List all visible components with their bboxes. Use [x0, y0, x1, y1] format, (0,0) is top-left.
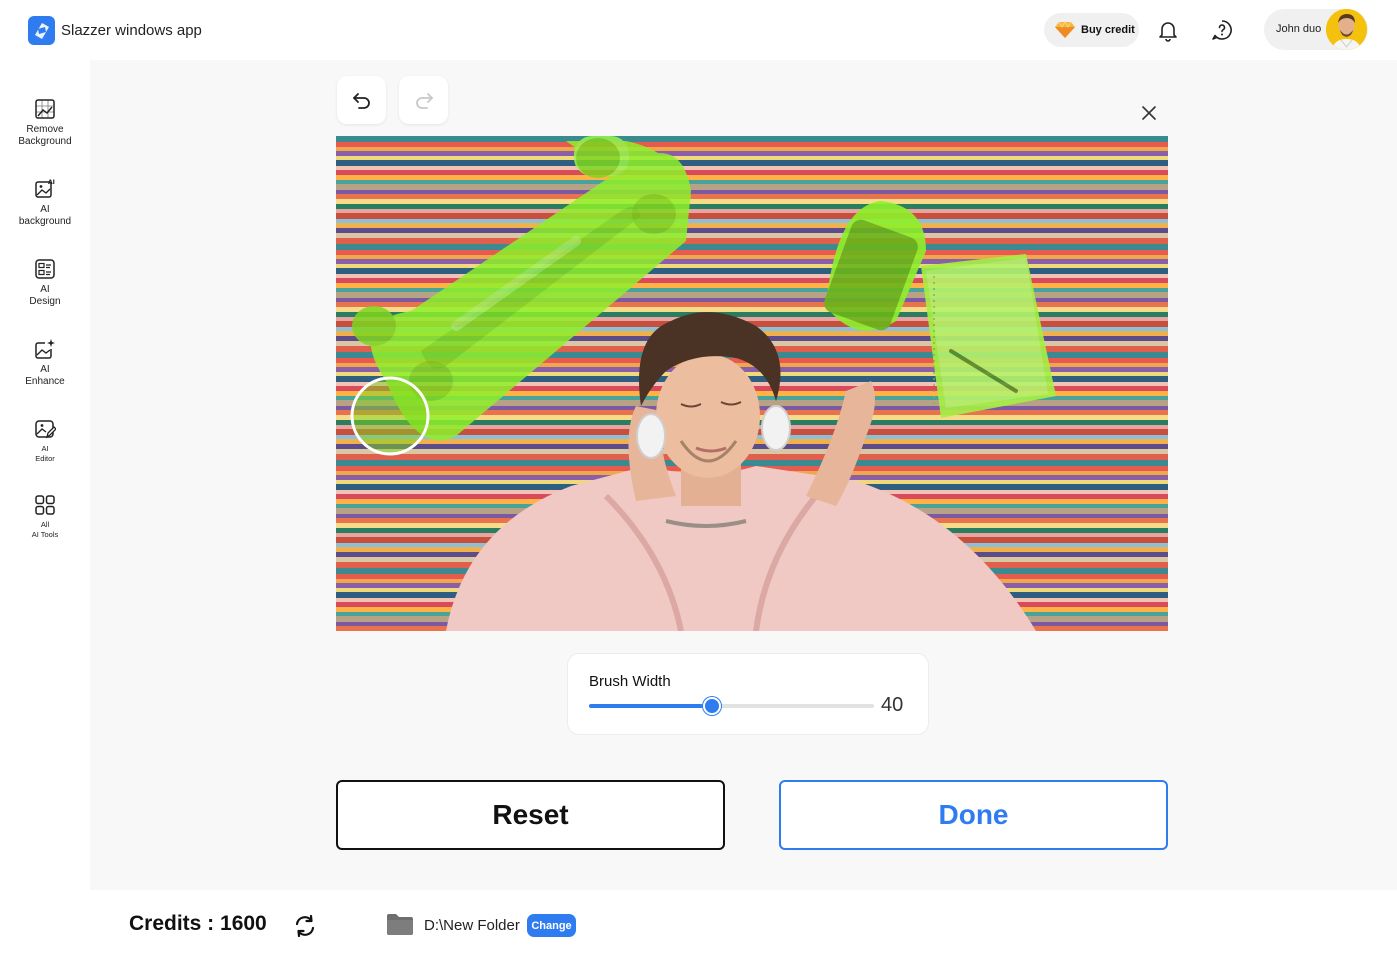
- diamond-icon: [1055, 21, 1075, 38]
- folder-icon: [387, 914, 413, 935]
- notification-bell-icon[interactable]: [1155, 17, 1181, 43]
- svg-text:AI: AI: [48, 179, 55, 186]
- sidebar-item-ai-design[interactable]: AI Design: [0, 258, 90, 308]
- output-folder-path: D:\New Folder: [424, 917, 520, 934]
- ai-image-icon: AI: [35, 179, 55, 198]
- editor-workspace: Brush Width 40 Reset Done: [90, 60, 1397, 890]
- buy-credit-button[interactable]: Buy credit: [1044, 13, 1139, 47]
- brush-width-panel: Brush Width 40: [567, 653, 929, 735]
- image-grid-icon: [35, 99, 55, 119]
- reset-button[interactable]: Reset: [336, 780, 725, 850]
- buy-credit-label: Buy credit: [1081, 24, 1135, 36]
- slider-thumb[interactable]: [703, 697, 721, 715]
- sidebar-item-label: Design: [29, 296, 61, 307]
- brush-width-label: Brush Width: [589, 673, 671, 690]
- refresh-icon[interactable]: [292, 913, 318, 939]
- brush-width-value: 40: [881, 694, 904, 716]
- done-button[interactable]: Done: [779, 780, 1168, 850]
- close-icon[interactable]: [1140, 104, 1158, 122]
- sidebar-item-label: AI: [40, 204, 50, 215]
- avatar: [1326, 9, 1367, 50]
- grid-tools-icon: [35, 495, 55, 515]
- enhance-sparkle-icon: [35, 339, 55, 359]
- user-menu[interactable]: John duo: [1264, 9, 1368, 50]
- redo-icon: [415, 93, 433, 109]
- help-icon[interactable]: [1209, 17, 1235, 43]
- brush-width-slider[interactable]: [589, 697, 874, 715]
- sidebar-item-label: Editor: [35, 454, 55, 463]
- undo-button[interactable]: [337, 76, 386, 124]
- redo-button[interactable]: [399, 76, 448, 124]
- sidebar-item-label: Enhance: [25, 376, 65, 387]
- sidebar-item-label: Remove: [26, 124, 64, 135]
- slider-fill: [589, 704, 703, 708]
- change-folder-button[interactable]: Change: [527, 914, 576, 937]
- credits-count: Credits : 1600: [129, 912, 267, 935]
- sidebar-item-ai-editor[interactable]: AI Editor: [0, 418, 90, 464]
- editor-image-icon: [35, 420, 56, 439]
- app-header: Slazzer windows app Buy credit John duo: [0, 0, 1397, 60]
- sidebar-item-label: AI Tools: [31, 530, 59, 539]
- brush-cursor: [350, 376, 430, 456]
- design-layout-icon: [35, 259, 55, 279]
- sidebar-item-label: background: [18, 216, 72, 227]
- sidebar: Remove Background AI AI background AI De…: [0, 60, 90, 890]
- sidebar-item-ai-enhance[interactable]: AI Enhance: [0, 338, 90, 388]
- sidebar-item-label: AI: [40, 364, 50, 375]
- user-name: John duo: [1276, 23, 1322, 35]
- app-title: Slazzer windows app: [61, 22, 202, 39]
- sidebar-item-ai-background[interactable]: AI AI background: [0, 178, 90, 228]
- sidebar-item-label: AI: [40, 284, 50, 295]
- photo-image: [336, 136, 1168, 631]
- sidebar-item-remove-background[interactable]: Remove Background: [0, 98, 90, 148]
- sidebar-item-all-ai-tools[interactable]: All AI Tools: [0, 494, 90, 540]
- sidebar-item-label: AI: [41, 444, 49, 453]
- sidebar-item-label: Background: [18, 136, 72, 147]
- undo-icon: [352, 93, 370, 109]
- photo-canvas[interactable]: [336, 136, 1168, 631]
- app-logo-icon: [28, 16, 55, 45]
- sidebar-item-label: All: [40, 520, 50, 529]
